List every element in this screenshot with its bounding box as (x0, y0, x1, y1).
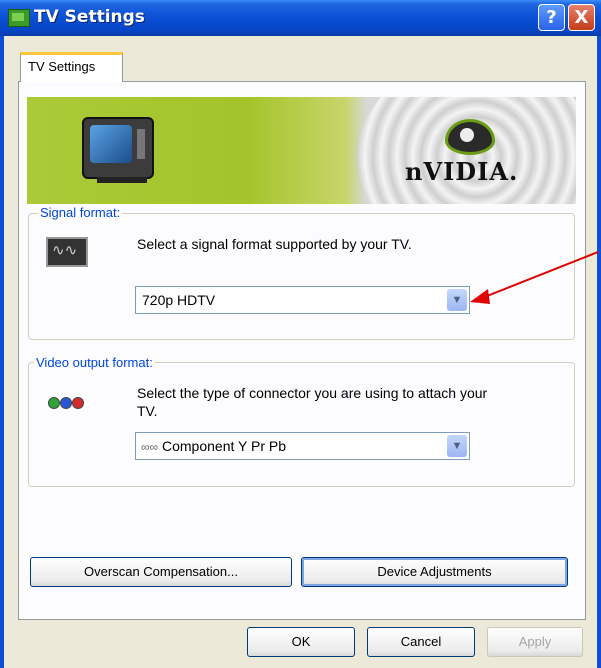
annotation-arrow-line (481, 251, 599, 299)
annotation-arrow (470, 251, 599, 304)
tv-settings-window: TV Settings ? X TV Settings nVIDIA. Sign… (0, 0, 601, 668)
annotation-arrow-head (470, 289, 490, 304)
tab-tv-settings[interactable]: TV Settings (20, 52, 123, 82)
